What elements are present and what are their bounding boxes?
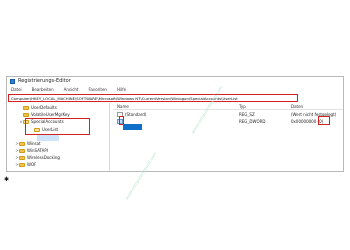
folder-icon [19,141,25,146]
menu-ansicht[interactable]: Ansicht [64,87,79,92]
tree-item-label: WOF [27,162,37,167]
specialaccounts-highlight-box [25,118,90,135]
menu-bar: Datei Bearbeiten Ansicht Favoriten Hilfe [7,86,343,93]
column-data[interactable]: Daten [291,104,303,109]
registry-editor-icon [10,79,15,84]
value-row-testo[interactable]: Testo REG_DWORD 0x00000000 (0) [113,118,343,125]
value-name: (Standard) [125,112,147,117]
tree-item-label: UserDefaults [31,105,57,110]
tree-item-label: WirelessDocking [27,155,60,160]
tree-item-wof[interactable]: > WOF [15,161,36,168]
menu-bearbeiten[interactable]: Bearbeiten [32,87,54,92]
tree-item-wirelessdocking[interactable]: > WirelessDocking [15,154,60,161]
value-data-highlight-box [318,116,330,125]
window-title: Registrierungs-Editor [18,78,71,84]
menu-favoriten[interactable]: Favoriten [88,87,107,92]
value-name-highlight-box [119,116,124,125]
folder-icon [23,112,29,117]
values-list-header: Name Typ Daten [113,103,343,110]
tree-item-winsatapi[interactable]: > WinSATAPI [15,147,48,154]
value-type: REG_SZ [239,112,255,117]
value-name: Testo [125,119,136,124]
folder-icon [23,105,29,110]
folder-icon [19,162,25,167]
title-bar: Registrierungs-Editor [7,77,343,86]
value-type: REG_DWORD [239,119,266,124]
mouse-cursor-icon: ✱ [4,176,10,183]
column-type[interactable]: Typ [239,104,246,109]
folder-icon [19,155,25,160]
address-bar[interactable]: Computer\HKEY_LOCAL_MACHINE\SOFTWARE\Mic… [8,94,298,102]
folder-icon [19,148,25,153]
tree-item-winsat[interactable]: > Winsat [15,140,41,147]
value-row-standard[interactable]: (Standard) REG_SZ (Wert nicht festgelegt… [113,111,343,118]
menu-hilfe[interactable]: Hilfe [117,87,126,92]
registry-editor-window: Registrierungs-Editor Datei Bearbeiten A… [6,76,344,172]
tree-item-userdefaults[interactable]: UserDefaults [19,104,57,111]
registry-tree: UserDefaults VolatileUserMgrKey ∨ Specia… [7,103,110,171]
tree-item-label: VolatileUserMgrKey [31,112,70,117]
tree-item-label: Winsat [27,141,41,146]
tree-item-label: WinSATAPI [27,148,49,153]
tree-item-volatileusermgrkey[interactable]: VolatileUserMgrKey [19,111,70,118]
column-name[interactable]: Name [117,104,129,109]
menu-datei[interactable]: Datei [11,87,22,92]
